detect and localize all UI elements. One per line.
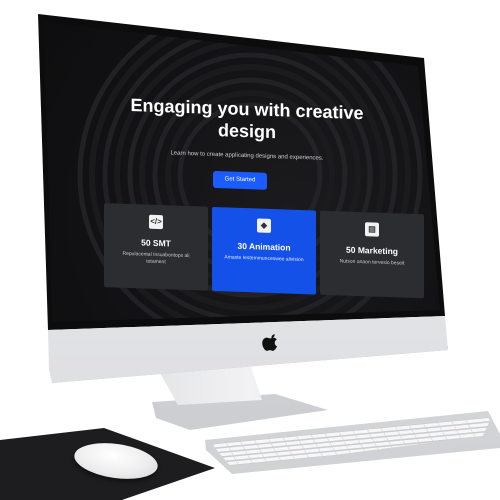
imac-desk-scene: Engaging you with creative design Learn …	[0, 0, 500, 500]
layers-icon: ◆	[257, 218, 271, 233]
document-icon: ▤	[365, 222, 379, 237]
card-title: 30 Animation	[237, 240, 291, 253]
feature-cards: </> 50 SMT Repulacental Insuabontops ali…	[104, 203, 424, 299]
get-started-button[interactable]: Get Started	[213, 170, 267, 190]
code-icon: </>	[149, 214, 163, 230]
feature-card-marketing[interactable]: ▤ 50 Marketing Nutson anaon tervesio bes…	[320, 210, 424, 299]
card-description: Repulacental Insuabontops ali totament	[122, 250, 190, 266]
feature-card-animation[interactable]: ◆ 30 Animation Amaste Iestemmunceswee al…	[212, 206, 316, 295]
card-description: Nutson anaon tervesio beseit	[339, 258, 405, 267]
card-title: 50 SMT	[141, 237, 171, 249]
card-title: 50 Marketing	[346, 244, 398, 257]
hero-subtitle: Learn how to create applicating designs …	[170, 150, 324, 162]
card-description: Amaste Iestemmunceswee alivision	[224, 254, 304, 264]
website-content: Engaging you with creative design Learn …	[72, 92, 424, 304]
apple-logo-icon	[262, 334, 278, 351]
hero-title: Engaging you with creative design	[130, 95, 364, 143]
feature-card-smt[interactable]: </> 50 SMT Repulacental Insuabontops ali…	[104, 203, 208, 291]
